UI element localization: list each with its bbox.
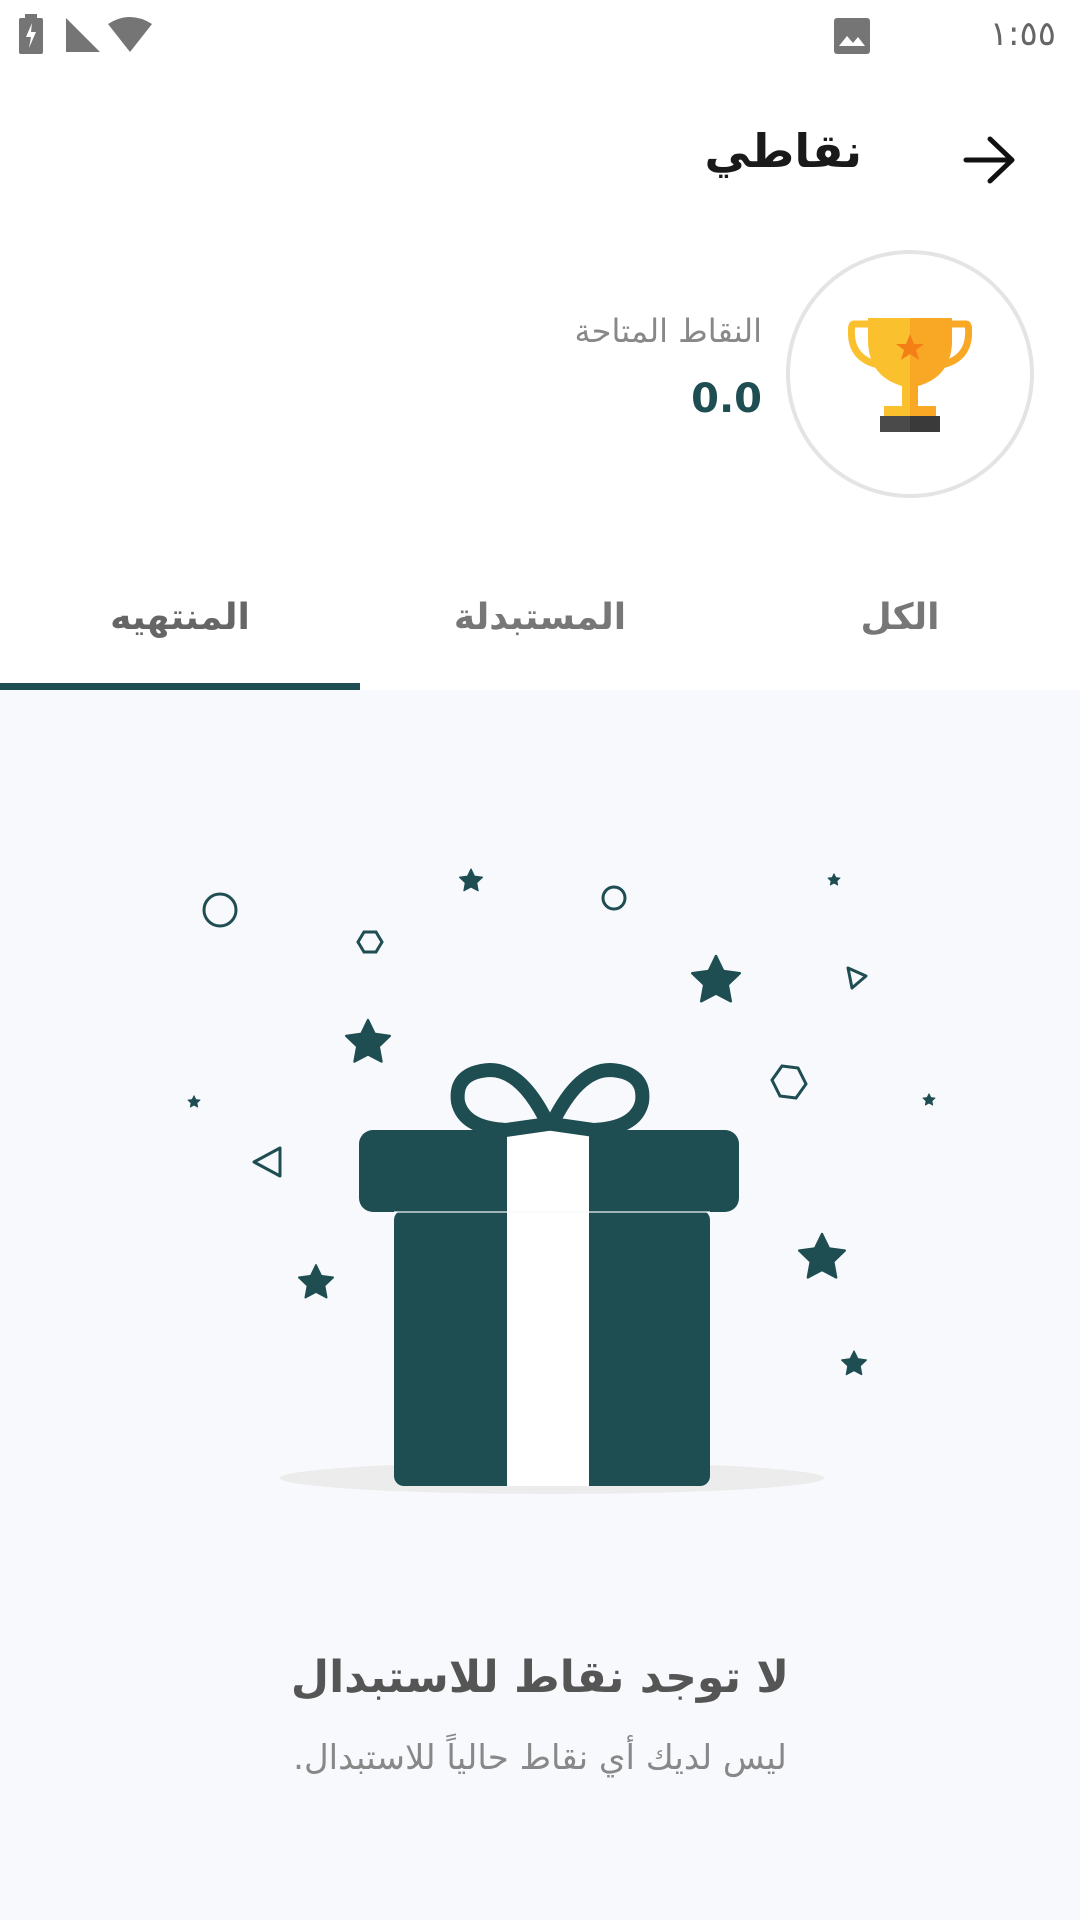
tab-bar: الكل المستبدلة المنتهيه [0, 545, 1080, 690]
wifi-icon [106, 16, 154, 58]
tab-expired[interactable]: المنتهيه [0, 545, 360, 690]
arrow-right-icon [962, 135, 1018, 189]
trophy-icon [847, 310, 973, 438]
signal-icon [64, 16, 102, 58]
image-notification-icon [834, 18, 870, 58]
page-title: نقاطي [704, 124, 862, 178]
back-button[interactable] [950, 122, 1030, 202]
tab-expired-label: المنتهيه [110, 597, 250, 638]
gift-icon [187, 868, 936, 1494]
active-tab-indicator [0, 683, 360, 690]
screen: ١:٥٥ نقاطي النقاط المتاحة 0.0 الكل المست… [0, 0, 1080, 1920]
empty-state-subtitle: ليس لديك أي نقاط حالياً للاستبدال. [293, 1738, 787, 1778]
app-bar: نقاطي [0, 72, 1080, 242]
tab-redeemed[interactable]: المستبدلة [360, 545, 720, 690]
tab-redeemed-label: المستبدلة [453, 597, 627, 638]
tab-all[interactable]: الكل [720, 545, 1080, 690]
trophy-badge [786, 250, 1034, 498]
status-bar: ١:٥٥ [0, 0, 1080, 72]
status-time: ١:٥٥ [989, 14, 1056, 54]
points-summary: النقاط المتاحة 0.0 [0, 240, 1080, 510]
empty-state: لا توجد نقاط للاستبدال ليس لديك أي نقاط … [0, 690, 1080, 1920]
empty-state-title: لا توجد نقاط للاستبدال [290, 1652, 790, 1703]
battery-charging-icon [18, 14, 44, 58]
gift-illustration [160, 840, 960, 1520]
tab-all-label: الكل [860, 597, 940, 638]
available-points-value: 0.0 [691, 376, 762, 422]
available-points-label: النقاط المتاحة [574, 312, 762, 350]
